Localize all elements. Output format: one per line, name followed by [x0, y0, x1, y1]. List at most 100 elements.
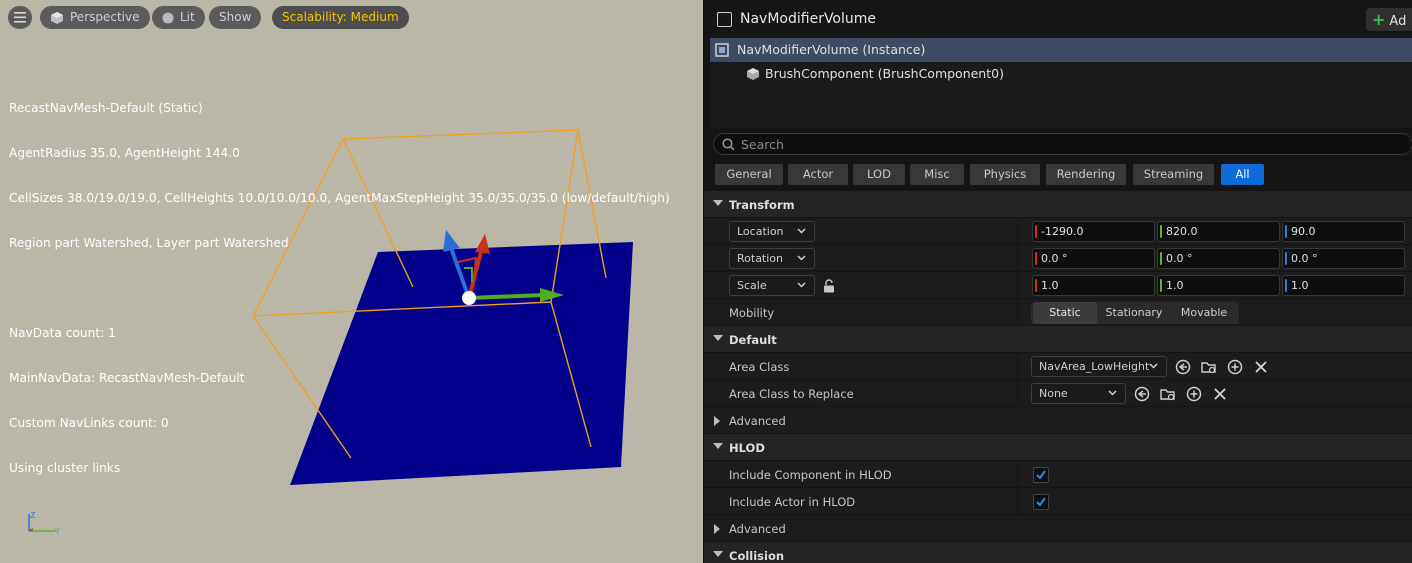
- advanced-label: Advanced: [729, 522, 786, 536]
- location-mode-dropdown[interactable]: Location: [729, 221, 815, 242]
- chevron-down-icon: [1108, 390, 1117, 396]
- include-component-label: Include Component in HLOD: [729, 468, 892, 482]
- advanced-label: Advanced: [729, 414, 786, 428]
- checkmark-icon: [1036, 497, 1046, 507]
- location-y-value: 820.0: [1166, 225, 1198, 238]
- scale-label: Scale: [737, 279, 767, 292]
- scale-y-field[interactable]: 1.0: [1157, 275, 1280, 296]
- stats-line: MainNavData: RecastNavMesh-Default: [9, 371, 245, 385]
- clear-icon[interactable]: [1212, 386, 1228, 402]
- area-class-replace-label: Area Class to Replace: [729, 387, 854, 401]
- chevron-down-icon: [713, 335, 723, 341]
- svg-text:Y: Y: [54, 527, 60, 536]
- rotation-y-field[interactable]: 0.0 °: [1157, 248, 1280, 269]
- filter-physics[interactable]: Physics: [970, 164, 1040, 185]
- scale-x-field[interactable]: 1.0: [1032, 275, 1155, 296]
- filter-rendering[interactable]: Rendering: [1046, 164, 1126, 185]
- scalability-button[interactable]: Scalability: Medium: [272, 6, 409, 29]
- perspective-label: Perspective: [70, 10, 140, 24]
- category-default[interactable]: Default: [704, 326, 1412, 353]
- include-actor-checkbox[interactable]: [1033, 494, 1049, 510]
- filter-general[interactable]: General: [715, 164, 783, 185]
- property-scale: Scale 1.0 1.0 1.0: [704, 272, 1412, 299]
- default-advanced-toggle[interactable]: Advanced: [704, 407, 1412, 434]
- category-label: Default: [729, 333, 777, 347]
- stats-line: CellSizes 38.0/19.0/19.0, CellHeights 10…: [9, 191, 670, 205]
- rotation-z-field[interactable]: 0.0 °: [1282, 248, 1405, 269]
- add-icon[interactable]: [1186, 386, 1202, 402]
- location-z-field[interactable]: 90.0: [1282, 221, 1405, 242]
- include-actor-label: Include Actor in HLOD: [729, 495, 856, 509]
- scale-z-field[interactable]: 1.0: [1282, 275, 1405, 296]
- property-location: Location -1290.0 820.0 90.0: [704, 218, 1412, 245]
- unlock-icon[interactable]: [823, 279, 835, 293]
- area-class-dropdown[interactable]: NavArea_LowHeight: [1031, 356, 1167, 377]
- use-selected-icon[interactable]: [1175, 359, 1191, 375]
- browse-folder-icon[interactable]: [1160, 386, 1176, 402]
- component-row-instance[interactable]: NavModifierVolume (Instance): [710, 38, 1412, 62]
- category-transform[interactable]: Transform: [704, 191, 1412, 218]
- mobility-static[interactable]: Static: [1033, 302, 1097, 324]
- lit-button[interactable]: Lit: [152, 6, 205, 29]
- scale-mode-dropdown[interactable]: Scale: [729, 275, 815, 296]
- filter-lod[interactable]: LOD: [853, 164, 905, 185]
- navmesh-stats-overlay: RecastNavMesh-Default (Static) AgentRadi…: [9, 71, 670, 506]
- filter-actor[interactable]: Actor: [788, 164, 848, 185]
- show-button[interactable]: Show: [209, 6, 262, 29]
- volume-icon: [715, 43, 729, 57]
- chevron-right-icon: [714, 524, 720, 534]
- category-label: Transform: [729, 198, 795, 212]
- property-rotation: Rotation 0.0 ° 0.0 ° 0.0 °: [704, 245, 1412, 272]
- category-collision[interactable]: Collision: [704, 542, 1412, 563]
- rotation-z-value: 0.0 °: [1291, 252, 1318, 265]
- actor-class-icon: [717, 12, 732, 27]
- rotation-label: Rotation: [737, 252, 784, 265]
- stats-line: RecastNavMesh-Default (Static): [9, 101, 203, 115]
- filter-all[interactable]: All: [1221, 164, 1264, 185]
- property-search-input[interactable]: Search: [713, 133, 1412, 155]
- rotation-mode-dropdown[interactable]: Rotation: [729, 248, 815, 269]
- chevron-down-icon: [797, 282, 806, 288]
- add-component-label: Ad: [1389, 14, 1407, 29]
- viewport-menu-button[interactable]: [8, 6, 32, 29]
- actor-name[interactable]: NavModifierVolume: [740, 11, 876, 27]
- area-class-label: Area Class: [729, 360, 790, 374]
- add-icon[interactable]: [1227, 359, 1243, 375]
- location-y-field[interactable]: 820.0: [1157, 221, 1280, 242]
- component-label: NavModifierVolume (Instance): [737, 42, 926, 57]
- category-hlod[interactable]: HLOD: [704, 434, 1412, 461]
- browse-folder-icon[interactable]: [1201, 359, 1217, 375]
- perspective-button[interactable]: Perspective: [40, 6, 150, 29]
- area-class-replace-value: None: [1039, 387, 1068, 400]
- stats-line: AgentRadius 35.0, AgentHeight 144.0: [9, 146, 240, 160]
- stats-line: Using cluster links: [9, 461, 121, 475]
- mobility-toggle[interactable]: Static Stationary Movable: [1031, 302, 1239, 324]
- hlod-advanced-toggle[interactable]: Advanced: [704, 515, 1412, 542]
- use-selected-icon[interactable]: [1134, 386, 1150, 402]
- mobility-movable[interactable]: Movable: [1171, 302, 1237, 324]
- rotation-x-value: 0.0 °: [1041, 252, 1068, 265]
- hamburger-icon: [14, 12, 26, 23]
- mobility-stationary[interactable]: Stationary: [1099, 302, 1169, 324]
- filter-misc[interactable]: Misc: [910, 164, 964, 185]
- rotation-y-value: 0.0 °: [1166, 252, 1193, 265]
- scale-x-value: 1.0: [1041, 279, 1059, 292]
- level-viewport[interactable]: Perspective Lit Show Scalability: Medium…: [0, 0, 703, 563]
- filter-streaming[interactable]: Streaming: [1133, 164, 1214, 185]
- component-row-brush[interactable]: BrushComponent (BrushComponent0): [710, 62, 1412, 86]
- rotation-x-field[interactable]: 0.0 °: [1032, 248, 1155, 269]
- clear-icon[interactable]: [1253, 359, 1269, 375]
- property-include-component-in-hlod: Include Component in HLOD: [704, 461, 1412, 488]
- scale-y-value: 1.0: [1166, 279, 1184, 292]
- stats-line: NavData count: 1: [9, 326, 116, 340]
- details-panel: NavModifierVolume + Ad NavModifierVolume …: [704, 0, 1412, 563]
- world-axis-indicator: Z Y: [28, 511, 60, 536]
- area-class-replace-dropdown[interactable]: None: [1031, 383, 1126, 404]
- location-x-field[interactable]: -1290.0: [1032, 221, 1155, 242]
- add-component-button[interactable]: + Ad: [1366, 8, 1412, 31]
- location-x-value: -1290.0: [1041, 225, 1084, 238]
- property-mobility: Mobility Static Stationary Movable: [704, 299, 1412, 326]
- include-component-checkbox[interactable]: [1033, 467, 1049, 483]
- lit-label: Lit: [180, 10, 195, 24]
- brush-component-icon: [747, 68, 759, 80]
